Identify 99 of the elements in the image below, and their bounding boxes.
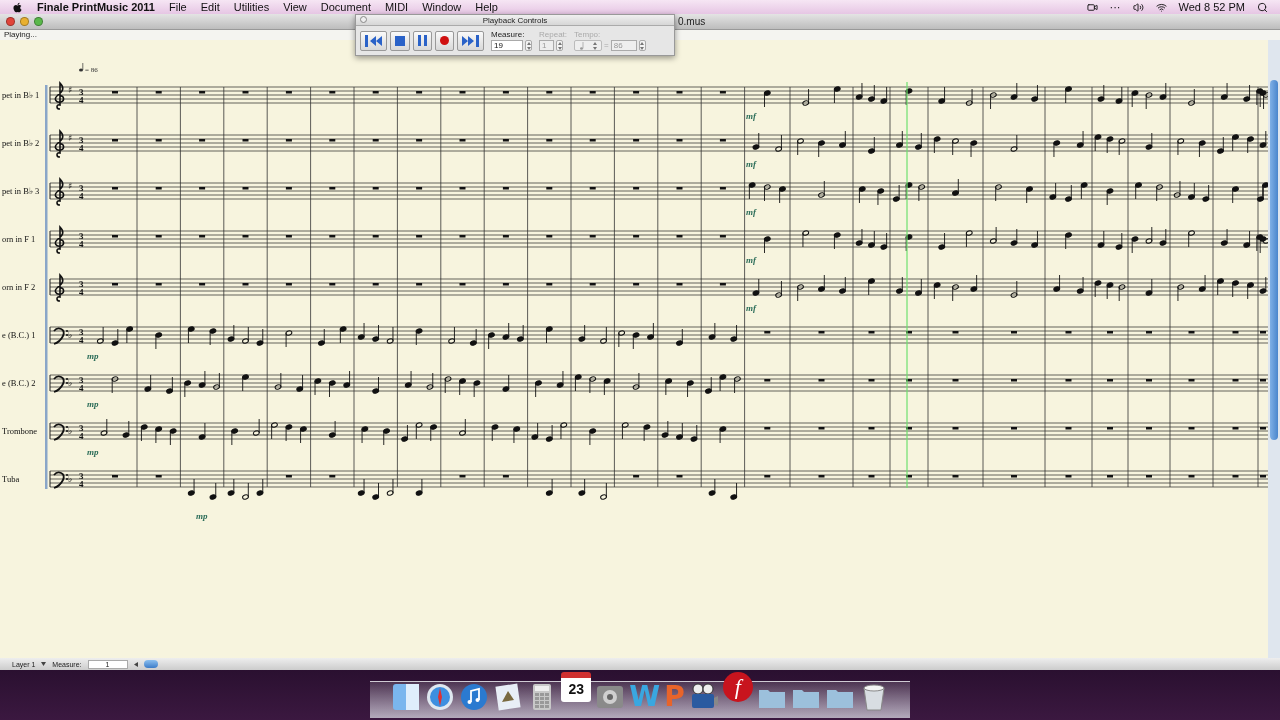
stepper[interactable]	[556, 40, 563, 51]
clock[interactable]: Wed 8 52 PM	[1178, 1, 1245, 13]
dynamic-mark: mf	[746, 255, 756, 265]
calendar-date: 23	[568, 680, 585, 699]
time-signature: 4	[79, 143, 84, 153]
dynamic-mark: mf	[746, 303, 756, 313]
quarter-note-icon	[579, 41, 584, 50]
search-icon[interactable]	[1257, 1, 1268, 13]
time-signature: 4	[79, 239, 84, 249]
menu-item[interactable]: MIDI	[384, 1, 409, 13]
apple-icon[interactable]	[12, 1, 23, 13]
bar-icon	[365, 34, 368, 47]
menu-item[interactable]: Utilities	[233, 1, 270, 13]
time-signature: 3	[79, 374, 84, 385]
time-signature: 3	[79, 422, 84, 433]
staff-label: Trombone	[2, 426, 38, 436]
time-signature: 4	[79, 95, 84, 105]
app-menu[interactable]: Finale PrintMusic 2011	[37, 1, 155, 13]
calendar-icon[interactable]: 23	[561, 672, 592, 702]
staff-label: e (B.C.) 1	[2, 330, 36, 340]
stop-button[interactable]	[390, 30, 410, 51]
scroll-bar[interactable]	[1268, 40, 1280, 658]
menu-item[interactable]: Edit	[200, 1, 220, 13]
time-signature: 4	[79, 383, 84, 393]
rewind-icon	[370, 35, 382, 46]
key-signature: ♭	[68, 426, 73, 436]
time-signature: 3	[79, 326, 84, 337]
time-signature: 3	[79, 134, 84, 145]
scroll-thumb[interactable]	[1270, 80, 1278, 440]
time-signature: 3	[79, 470, 84, 481]
time-signature: 4	[79, 287, 84, 297]
pause-button[interactable]	[413, 30, 432, 51]
record-button[interactable]	[435, 30, 454, 51]
finder-icon[interactable]	[391, 682, 422, 712]
menu-item[interactable]: Help	[475, 1, 498, 13]
app-icon[interactable]: f	[722, 672, 753, 702]
key-signature: ♭	[68, 378, 73, 388]
key-signature: ♭	[68, 474, 73, 484]
record-icon	[440, 36, 449, 45]
dynamic-mark: mp	[87, 351, 99, 361]
quarter-note-icon	[79, 62, 84, 72]
dynamic-mark: mp	[196, 511, 208, 521]
menu-item[interactable]: Window	[422, 1, 462, 13]
note-value-dropdown[interactable]	[574, 40, 603, 51]
staff-label: pet in B♭ 1	[2, 90, 40, 100]
dynamic-mark: mf	[746, 159, 756, 169]
rewind-button[interactable]	[360, 30, 387, 51]
dynamic-mark: mf	[746, 207, 756, 217]
music-note-icon[interactable]	[459, 682, 490, 712]
dynamic-mark: mf	[746, 111, 756, 121]
staff-label: Tuba	[2, 474, 20, 484]
key-signature: ♯	[68, 85, 73, 95]
stepper-arrows-icon	[592, 41, 597, 50]
dynamic-mark: mp	[87, 399, 99, 409]
fast-forward-icon	[462, 35, 474, 46]
wifi-icon[interactable]	[1155, 1, 1167, 13]
measure-field[interactable]: 19	[491, 40, 523, 51]
staff-label: orn in F 2	[2, 282, 36, 292]
compass-icon[interactable]	[425, 682, 456, 712]
menu-item[interactable]: Document	[320, 1, 371, 13]
staff-label: orn in F 1	[2, 234, 36, 244]
stepper-arrows-icon	[640, 41, 645, 50]
panel-title: Playback Controls	[482, 15, 548, 25]
stepper-arrows-icon	[557, 41, 562, 50]
stepper[interactable]	[638, 40, 646, 51]
time-signature: 3	[79, 86, 84, 97]
stepper-arrows-icon	[526, 41, 531, 50]
staff-label: pet in B♭ 3	[2, 186, 40, 196]
menu-item[interactable]: File	[169, 1, 187, 13]
stop-icon	[395, 35, 405, 46]
pause-icon	[418, 35, 427, 46]
time-signature: 3	[79, 278, 84, 289]
equals-sign: =	[604, 41, 609, 50]
volume-icon[interactable]	[1132, 1, 1144, 13]
time-signature: 3	[79, 182, 84, 193]
menu-item[interactable]: View	[283, 1, 307, 13]
key-signature: ♯	[68, 133, 73, 143]
key-signature: ♯	[68, 181, 73, 191]
staff-label: pet in B♭ 2	[2, 138, 40, 148]
minimize-button[interactable]	[20, 17, 29, 26]
time-signature: 4	[79, 191, 84, 201]
left-arrow-icon[interactable]	[133, 661, 138, 667]
stepper[interactable]	[525, 40, 532, 51]
time-signature: 4	[79, 335, 84, 345]
menu-extras[interactable]: ···	[1109, 1, 1121, 13]
fast-forward-button[interactable]	[457, 30, 484, 51]
field-label: Measure:	[491, 30, 526, 39]
staff-label: e (B.C.) 2	[2, 378, 36, 388]
window-title: 0.mus	[678, 16, 706, 27]
time-signature: 4	[79, 431, 84, 441]
video-camera-icon[interactable]	[1086, 1, 1098, 13]
scroll-thumb[interactable]	[143, 660, 158, 668]
zoom-button[interactable]	[34, 17, 43, 26]
time-signature: 4	[79, 479, 84, 489]
bar-icon	[476, 34, 479, 47]
dynamic-mark: mp	[87, 447, 99, 457]
key-signature: ♭	[68, 330, 73, 340]
time-signature: 3	[79, 230, 84, 241]
caret-icon	[41, 662, 47, 666]
